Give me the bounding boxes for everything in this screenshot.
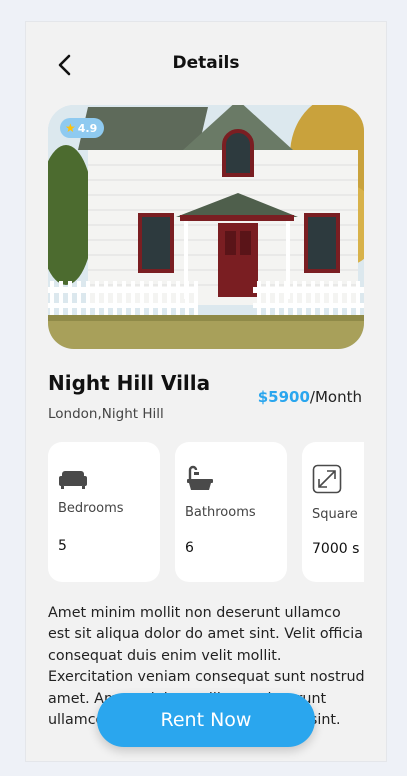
price-amount: $5900 xyxy=(257,388,310,406)
house-image xyxy=(48,105,364,349)
bathtub-icon xyxy=(187,465,213,490)
rating-value: 4.9 xyxy=(77,121,98,135)
page-title: Details xyxy=(172,53,240,73)
feature-card-bedrooms: Bedrooms 5 xyxy=(48,442,160,582)
rating-badge: ★ 4.9 xyxy=(60,118,105,138)
feature-label: Square xyxy=(312,507,358,522)
property-photo: ★ 4.9 xyxy=(48,105,364,349)
feature-value: 6 xyxy=(185,540,194,556)
feature-card-bathrooms: Bathrooms 6 xyxy=(175,442,287,582)
phone-screen: Details ★ 4.9 Night Hill Villa London,Ni… xyxy=(25,21,387,762)
feature-value: 7000 s xyxy=(312,541,360,557)
feature-value: 5 xyxy=(58,538,67,554)
property-price: $5900/Month xyxy=(258,388,362,406)
property-location: London,Night Hill xyxy=(48,406,164,422)
property-name: Night Hill Villa xyxy=(48,371,211,395)
features-row[interactable]: Bedrooms 5 Bathrooms 6 Square 7000 s xyxy=(48,442,364,582)
header: Details xyxy=(26,22,386,106)
price-period: /Month xyxy=(309,388,362,406)
rent-now-button[interactable]: Rent Now xyxy=(97,693,315,747)
feature-label: Bedrooms xyxy=(58,501,124,516)
feature-card-square: Square 7000 s xyxy=(302,442,364,582)
sofa-icon xyxy=(59,471,87,489)
feature-label: Bathrooms xyxy=(185,505,256,520)
expand-icon xyxy=(312,464,342,494)
star-icon: ★ xyxy=(65,121,76,135)
